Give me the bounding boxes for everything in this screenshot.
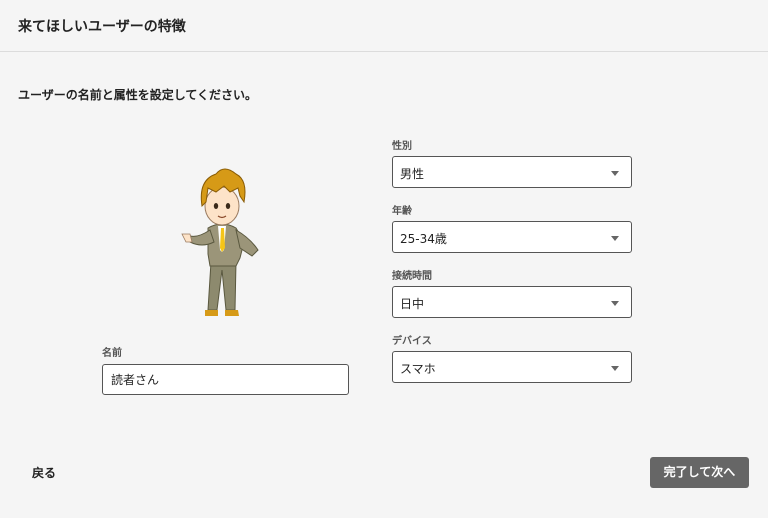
- back-button[interactable]: 戻る: [32, 464, 56, 481]
- device-select[interactable]: スマホ: [392, 351, 632, 383]
- gender-label: 性別: [392, 141, 412, 152]
- complete-next-button[interactable]: 完了して次へ: [650, 457, 749, 488]
- age-select-value: 25-34歳: [400, 232, 447, 246]
- age-label: 年齢: [392, 206, 412, 217]
- connection-time-select[interactable]: 日中: [392, 286, 632, 318]
- device-label: デバイス: [392, 336, 432, 347]
- name-input[interactable]: [102, 364, 349, 395]
- caret-down-icon: [611, 366, 619, 371]
- caret-down-icon: [611, 236, 619, 241]
- page-title: 来てほしいユーザーの特徴: [18, 19, 186, 35]
- instruction-text: ユーザーの名前と属性を設定してください。: [18, 88, 258, 102]
- age-select[interactable]: 25-34歳: [392, 221, 632, 253]
- connection-time-select-value: 日中: [400, 297, 425, 311]
- header: 来てほしいユーザーの特徴: [0, 0, 768, 52]
- connection-time-label: 接続時間: [392, 271, 432, 282]
- caret-down-icon: [611, 171, 619, 176]
- gender-select[interactable]: 男性: [392, 156, 632, 188]
- device-select-value: スマホ: [400, 362, 436, 376]
- user-avatar-illustration: [181, 168, 259, 316]
- caret-down-icon: [611, 301, 619, 306]
- name-label: 名前: [102, 348, 122, 359]
- gender-select-value: 男性: [400, 167, 425, 181]
